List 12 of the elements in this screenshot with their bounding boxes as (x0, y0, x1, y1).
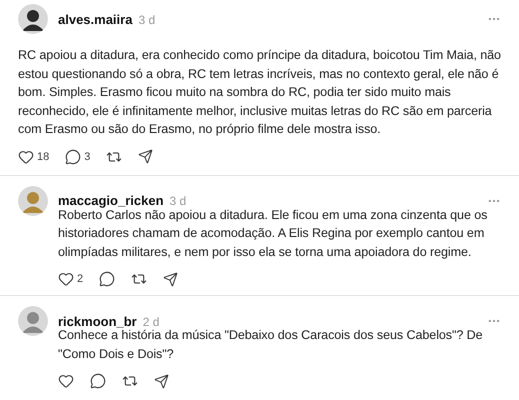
post-text: Roberto Carlos não apoiou a ditadura. Ele ficou em uma zona cinzenta que os historiadores chamam de acomodação. A Elis Regina por exemplo cantou em olimpíadas militares, e nem por isso ela se torna uma apoiadora do regime. (58, 208, 488, 261)
post-time: 2 d (142, 314, 160, 328)
post-text: Conhece a história da música "Debaixo dos Caracois dos seus Cabelos"? De "Como Dois e Dois"? (58, 328, 484, 362)
username[interactable]: rickmoon_br (58, 314, 137, 328)
post-text: RC apoiou a ditadura, era conhecido como príncipe da ditadura, boicotou Tim Maia, não estou questionando só a obra, RC tem letras incríveis, mas no contexto geral, ele não é bom. Simples. Erasmo ficou muito na sombra do RC, podia ter sido muito mais reconhecido, ele é infinitamente melhor, inclusive muitas letras do RC são em parceria com Erasmo ou são do Erasmo, no próprio filme dele mostra isso. (18, 47, 501, 138)
post-time: 3 d (138, 12, 156, 26)
username[interactable]: maccagio_ricken (58, 193, 164, 208)
like-button[interactable]: 2 (58, 271, 84, 287)
like-button[interactable]: 18 (18, 148, 50, 164)
username[interactable]: alves.maiira (58, 12, 132, 26)
reply-button[interactable]: 3 (65, 148, 90, 164)
post-time: 3 d (170, 194, 186, 208)
